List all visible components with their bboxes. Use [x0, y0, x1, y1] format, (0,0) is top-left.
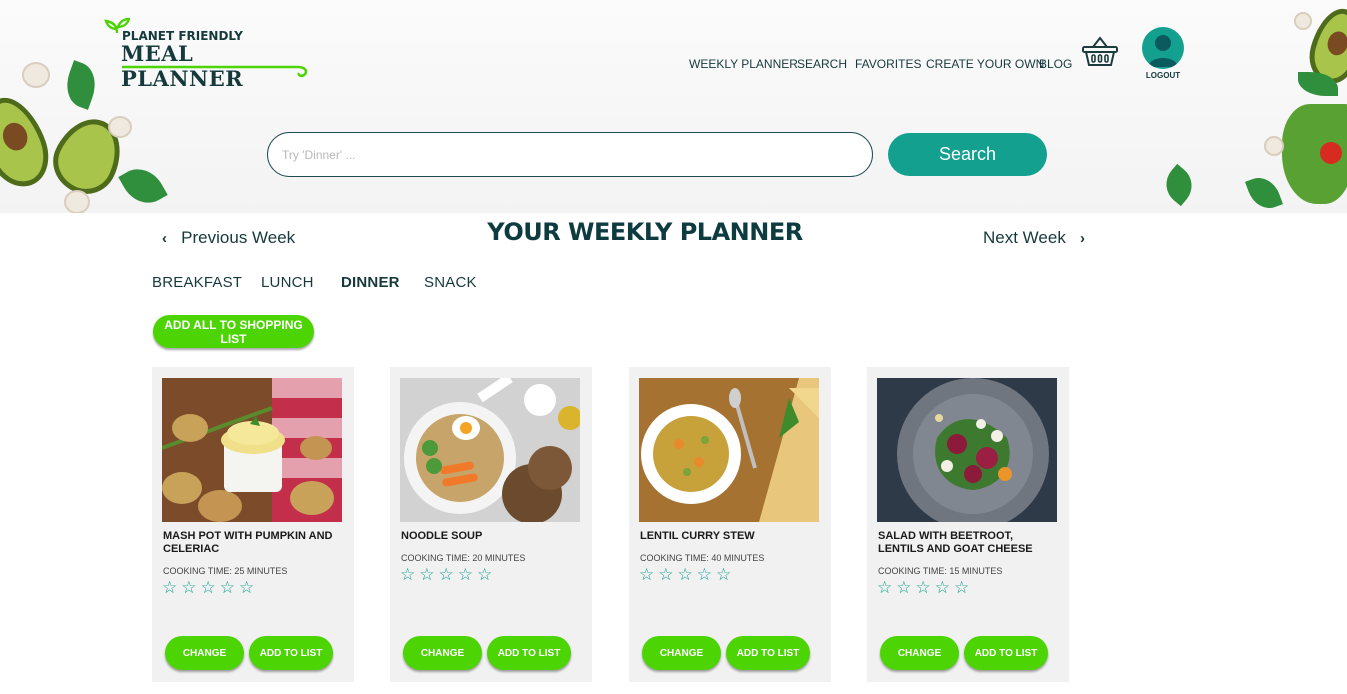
spinach-leaf-decoration [1245, 172, 1283, 213]
recipe-title[interactable]: LENTIL CURRY STEW [640, 530, 820, 543]
nav-favorites[interactable]: FAVORITES [855, 57, 921, 73]
cooking-time: COOKING TIME: 25 MINUTES [163, 566, 288, 576]
logo-underline [122, 65, 308, 78]
mushroom-decoration [1294, 12, 1312, 30]
cooking-time: COOKING TIME: 40 MINUTES [640, 553, 765, 563]
tab-dinner[interactable]: DINNER [341, 274, 400, 291]
header-hero: PLANET FRIENDLY MEAL PLANNER WEEKLY PLAN… [0, 0, 1347, 213]
change-button[interactable]: CHANGE [642, 636, 721, 670]
nav-weekly-planner[interactable]: WEEKLY PLANNER [689, 57, 798, 73]
nav-create-your-own[interactable]: CREATE YOUR OWN [926, 57, 1044, 73]
site-logo[interactable]: PLANET FRIENDLY MEAL PLANNER [104, 16, 309, 91]
chevron-right-icon: › [1080, 230, 1085, 247]
change-button[interactable]: CHANGE [403, 636, 482, 670]
recipe-card: LENTIL CURRY STEW COOKING TIME: 40 MINUT… [629, 367, 831, 682]
add-to-list-button[interactable]: ADD TO LIST [726, 636, 810, 670]
recipe-title[interactable]: MASH POT WITH PUMPKIN AND CELERIAC [163, 530, 343, 556]
recipe-title[interactable]: NOODLE SOUP [401, 530, 581, 543]
mushroom-decoration [22, 62, 50, 88]
next-week-link[interactable]: Next Week › [983, 228, 1085, 248]
next-week-label: Next Week [983, 228, 1066, 247]
nav-search[interactable]: SEARCH [797, 57, 847, 73]
star-rating[interactable]: ☆☆☆☆☆ [400, 565, 496, 585]
change-button[interactable]: CHANGE [165, 636, 244, 670]
avocado-decoration [0, 88, 58, 196]
spinach-leaf-decoration [118, 160, 168, 212]
mushroom-decoration [108, 116, 132, 138]
tab-breakfast[interactable]: BREAKFAST [152, 274, 242, 291]
add-to-list-button[interactable]: ADD TO LIST [249, 636, 333, 670]
star-rating[interactable]: ☆☆☆☆☆ [639, 565, 735, 585]
star-rating[interactable]: ☆☆☆☆☆ [877, 578, 973, 598]
recipe-image[interactable] [877, 378, 1057, 522]
recipe-card: NOODLE SOUP COOKING TIME: 20 MINUTES ☆☆☆… [390, 367, 592, 682]
cooking-time: COOKING TIME: 15 MINUTES [878, 566, 1003, 576]
tab-lunch[interactable]: LUNCH [261, 274, 314, 291]
cooking-time: COOKING TIME: 20 MINUTES [401, 553, 526, 563]
recipe-card: MASH POT WITH PUMPKIN AND CELERIAC COOKI… [152, 367, 354, 682]
recipe-image[interactable] [639, 378, 819, 522]
nav-blog[interactable]: BLOG [1039, 57, 1072, 73]
add-to-list-button[interactable]: ADD TO LIST [487, 636, 571, 670]
logout-link[interactable]: LOGOUT [1142, 71, 1184, 80]
spinach-leaf-decoration [1157, 163, 1201, 207]
mushroom-decoration [1264, 136, 1284, 156]
recipe-card: SALAD WITH BEETROOT, LENTILS AND GOAT CH… [867, 367, 1069, 682]
search-input[interactable] [267, 132, 873, 177]
recipe-image[interactable] [400, 378, 580, 522]
recipe-image[interactable] [162, 378, 342, 522]
add-to-list-button[interactable]: ADD TO LIST [964, 636, 1048, 670]
page-title: YOUR WEEKLY PLANNER [487, 218, 803, 246]
recipe-title[interactable]: SALAD WITH BEETROOT, LENTILS AND GOAT CH… [878, 530, 1058, 556]
search-button[interactable]: Search [888, 133, 1047, 176]
change-button[interactable]: CHANGE [880, 636, 959, 670]
star-rating[interactable]: ☆☆☆☆☆ [162, 578, 258, 598]
spinach-leaf-decoration [59, 60, 103, 110]
mushroom-decoration [64, 190, 90, 213]
user-avatar-icon[interactable] [1142, 27, 1184, 69]
tab-snack[interactable]: SNACK [424, 274, 477, 291]
tomato-decoration [1320, 142, 1342, 164]
basket-icon[interactable] [1081, 36, 1119, 68]
add-all-to-shopping-list-button[interactable]: ADD ALL TO SHOPPING LIST [153, 315, 314, 348]
